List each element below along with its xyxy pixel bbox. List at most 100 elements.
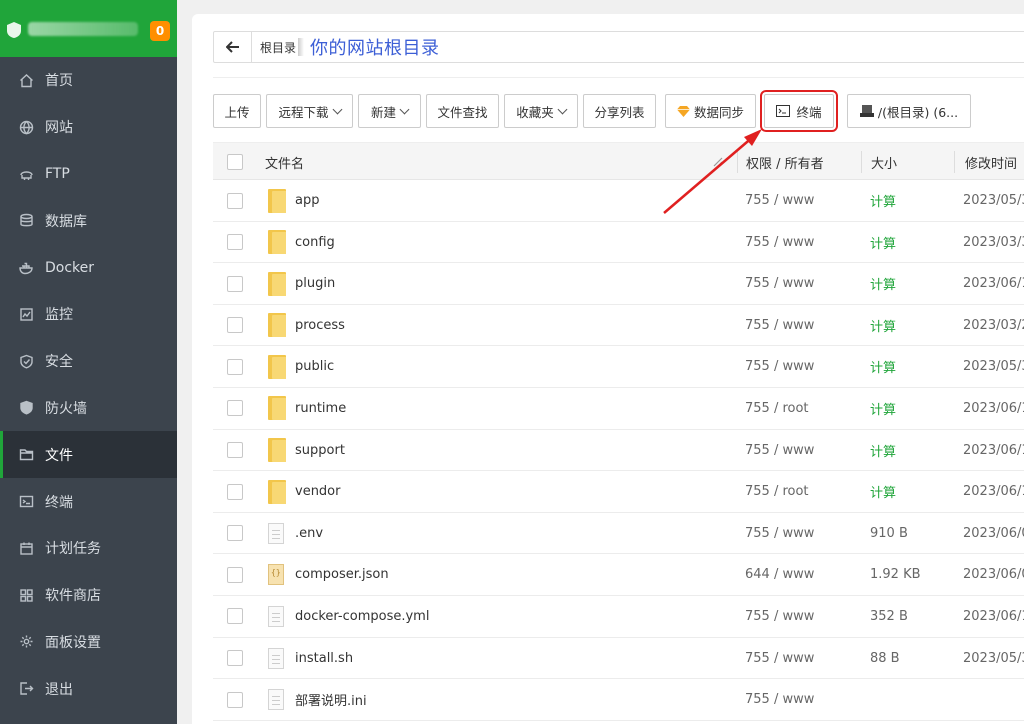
- file-name[interactable]: .env: [295, 513, 323, 554]
- table-row[interactable]: plugin 755 / www 计算 2023/06/1: [213, 263, 1024, 305]
- file-permission[interactable]: 755 / www: [745, 679, 814, 720]
- file-name[interactable]: plugin: [295, 263, 335, 304]
- file-permission[interactable]: 755 / www: [745, 638, 814, 679]
- file-size[interactable]: 计算: [870, 346, 896, 387]
- table-row[interactable]: support 755 / www 计算 2023/06/1: [213, 430, 1024, 472]
- file-name[interactable]: install.sh: [295, 638, 353, 679]
- sidebar-item-11[interactable]: 软件商店: [0, 572, 177, 619]
- sidebar-item-2[interactable]: FTP: [0, 151, 177, 198]
- checkbox[interactable]: [227, 358, 243, 375]
- checkbox[interactable]: [227, 566, 243, 583]
- header-modified-time[interactable]: 修改时间: [965, 143, 1017, 181]
- header-size[interactable]: 大小: [871, 143, 897, 181]
- sidebar-item-8[interactable]: 文件: [0, 431, 177, 479]
- table-row[interactable]: .env 755 / www 910 B 2023/06/0: [213, 513, 1024, 555]
- file-permission[interactable]: 755 / www: [745, 263, 814, 304]
- file-name[interactable]: app: [295, 180, 319, 221]
- file-size[interactable]: 计算: [870, 430, 896, 471]
- checkbox[interactable]: [227, 192, 243, 209]
- file-name[interactable]: 部署说明.ini: [295, 679, 367, 720]
- table-row[interactable]: public 755 / www 计算 2023/05/3: [213, 346, 1024, 388]
- file-permission[interactable]: 644 / www: [745, 554, 814, 595]
- row-checkbox[interactable]: [227, 679, 243, 720]
- checkbox[interactable]: [227, 154, 243, 170]
- file-permission[interactable]: 755 / root: [745, 388, 809, 429]
- checkbox[interactable]: [227, 608, 243, 625]
- checkbox[interactable]: [227, 400, 243, 417]
- file-size[interactable]: 计算: [870, 263, 896, 304]
- file-permission[interactable]: 755 / www: [745, 305, 814, 346]
- table-row[interactable]: process 755 / www 计算 2023/03/2: [213, 305, 1024, 347]
- checkbox[interactable]: [227, 650, 243, 667]
- sidebar-item-1[interactable]: 网站: [0, 104, 177, 151]
- checkbox[interactable]: [227, 483, 243, 500]
- breadcrumb-root[interactable]: 根目录: [260, 39, 296, 56]
- row-checkbox[interactable]: [227, 180, 243, 221]
- header-filename[interactable]: 文件名: [265, 143, 304, 181]
- file-name[interactable]: runtime: [295, 388, 346, 429]
- file-name[interactable]: composer.json: [295, 554, 389, 595]
- file-search-button[interactable]: 文件查找: [426, 94, 499, 128]
- checkbox[interactable]: [227, 525, 243, 542]
- row-checkbox[interactable]: [227, 513, 243, 554]
- file-permission[interactable]: 755 / www: [745, 180, 814, 221]
- file-permission[interactable]: 755 / www: [745, 222, 814, 263]
- upload-button[interactable]: 上传: [213, 94, 261, 128]
- file-size[interactable]: 计算: [870, 471, 896, 512]
- table-row[interactable]: config 755 / www 计算 2023/03/3: [213, 222, 1024, 264]
- file-size[interactable]: 计算: [870, 222, 896, 263]
- sidebar-item-10[interactable]: 计划任务: [0, 525, 177, 572]
- row-checkbox[interactable]: [227, 596, 243, 637]
- file-name[interactable]: process: [295, 305, 345, 346]
- file-size[interactable]: 计算: [870, 388, 896, 429]
- checkbox[interactable]: [227, 442, 243, 459]
- sidebar-item-5[interactable]: 监控: [0, 291, 177, 338]
- checkbox[interactable]: [227, 691, 243, 708]
- file-name[interactable]: vendor: [295, 471, 340, 512]
- row-checkbox[interactable]: [227, 222, 243, 263]
- file-permission[interactable]: 755 / www: [745, 346, 814, 387]
- data-sync-button[interactable]: 数据同步: [665, 94, 756, 128]
- favorites-button[interactable]: 收藏夹: [504, 94, 578, 128]
- sidebar-item-7[interactable]: 防火墙: [0, 385, 177, 432]
- table-row[interactable]: composer.json 644 / www 1.92 KB 2023/06/0: [213, 554, 1024, 596]
- checkbox[interactable]: [227, 275, 243, 292]
- new-button[interactable]: 新建: [358, 94, 421, 128]
- row-checkbox[interactable]: [227, 430, 243, 471]
- back-button[interactable]: [214, 32, 252, 62]
- sidebar-item-4[interactable]: Docker: [0, 244, 177, 291]
- table-row[interactable]: install.sh 755 / www 88 B 2023/05/3: [213, 638, 1024, 680]
- share-list-button[interactable]: 分享列表: [583, 94, 656, 128]
- notification-badge[interactable]: 0: [150, 21, 170, 41]
- row-checkbox[interactable]: [227, 346, 243, 387]
- row-checkbox[interactable]: [227, 638, 243, 679]
- sidebar-item-13[interactable]: 退出: [0, 665, 177, 712]
- table-row[interactable]: vendor 755 / root 计算 2023/06/1: [213, 471, 1024, 513]
- column-resize-handle[interactable]: [713, 143, 725, 181]
- file-permission[interactable]: 755 / www: [745, 430, 814, 471]
- sidebar-item-0[interactable]: 首页: [0, 57, 177, 104]
- sidebar-item-9[interactable]: 终端: [0, 478, 177, 525]
- row-checkbox[interactable]: [227, 263, 243, 304]
- disk-selector-button[interactable]: /(根目录) (6...: [847, 94, 971, 128]
- row-checkbox[interactable]: [227, 471, 243, 512]
- terminal-button[interactable]: 终端: [760, 90, 838, 132]
- table-row[interactable]: runtime 755 / root 计算 2023/06/1: [213, 388, 1024, 430]
- table-row[interactable]: 部署说明.ini 755 / www: [213, 679, 1024, 721]
- table-row[interactable]: app 755 / www 计算 2023/05/3: [213, 180, 1024, 222]
- file-permission[interactable]: 755 / root: [745, 471, 809, 512]
- file-permission[interactable]: 755 / www: [745, 513, 814, 554]
- sidebar-item-12[interactable]: 面板设置: [0, 619, 177, 666]
- row-checkbox[interactable]: [227, 554, 243, 595]
- file-name[interactable]: support: [295, 430, 345, 471]
- file-name[interactable]: config: [295, 222, 335, 263]
- sidebar-item-6[interactable]: 安全: [0, 338, 177, 385]
- file-name[interactable]: public: [295, 346, 334, 387]
- row-checkbox[interactable]: [227, 388, 243, 429]
- row-checkbox[interactable]: [227, 305, 243, 346]
- checkbox[interactable]: [227, 317, 243, 334]
- file-name[interactable]: docker-compose.yml: [295, 596, 429, 637]
- checkbox[interactable]: [227, 234, 243, 251]
- remote-download-button[interactable]: 远程下载: [266, 94, 353, 128]
- file-size[interactable]: 计算: [870, 180, 896, 221]
